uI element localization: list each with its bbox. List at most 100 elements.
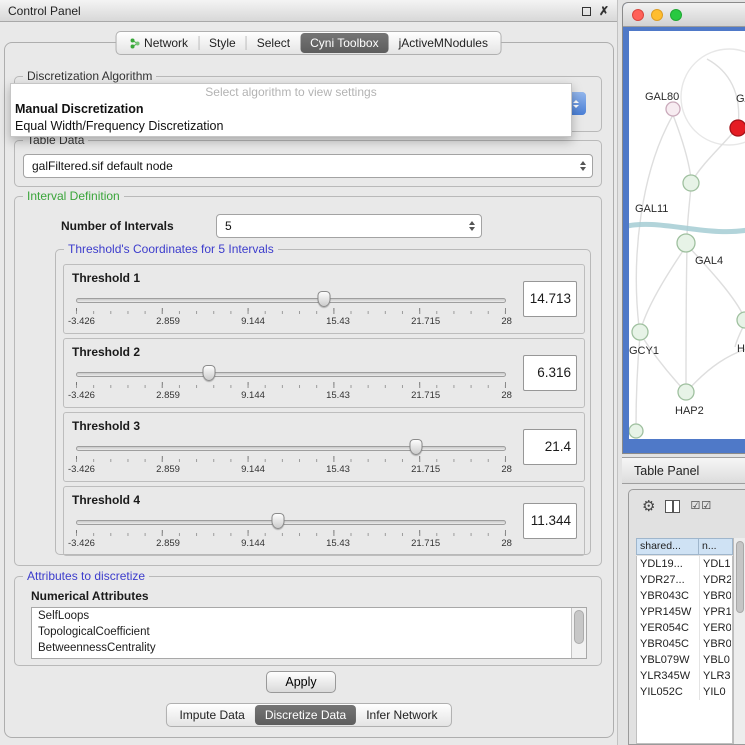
node-gcy1[interactable] xyxy=(632,324,648,340)
threshold-2-thumb[interactable] xyxy=(203,365,216,381)
table-row[interactable]: YLR345WYLR3 xyxy=(637,668,732,684)
list-item-selfloops[interactable]: SelfLoops xyxy=(32,608,586,624)
scrollbar-thumb[interactable] xyxy=(574,610,584,644)
threshold-1-value-field[interactable]: 14.713 xyxy=(523,281,577,317)
table-data-group: Table Data galFiltered.sif default node xyxy=(14,140,602,187)
table-row[interactable]: YBR045CYBR0 xyxy=(637,636,732,652)
node-red-selected[interactable] xyxy=(730,120,745,136)
cell-shared-name: YDL19... xyxy=(637,556,699,572)
threshold-2-slider[interactable]: -3.4262.8599.14415.4321.71528 xyxy=(76,365,506,405)
columns-icon[interactable] xyxy=(665,500,680,513)
tick-label: -3.426 xyxy=(68,464,95,475)
tick-label: 28 xyxy=(501,316,512,327)
node-label-gal80: GAL80 xyxy=(645,91,679,103)
slider-track[interactable] xyxy=(76,372,506,377)
tick-label: 2.859 xyxy=(156,316,180,327)
threshold-3-value-field[interactable]: 21.4 xyxy=(523,429,577,465)
table-scrollbar[interactable] xyxy=(733,538,745,744)
node-gal80[interactable] xyxy=(666,102,680,116)
cell-shared-name: YBR045C xyxy=(637,636,699,652)
table-row[interactable]: YER054CYER0 xyxy=(637,620,732,636)
node-hap2[interactable] xyxy=(678,384,694,400)
option-equal-width-frequency[interactable]: Equal Width/Frequency Discretization xyxy=(11,118,571,135)
cell-name: YBR0 xyxy=(699,636,731,652)
attributes-list-scrollbar[interactable] xyxy=(571,608,586,658)
control-panel-titlebar: Control Panel ✗ xyxy=(0,0,617,22)
tab-network[interactable]: Network xyxy=(119,33,198,53)
network-window-titlebar xyxy=(623,3,745,27)
dropdown-hint: Select algorithm to view settings xyxy=(11,84,571,101)
tick-label: 28 xyxy=(501,464,512,475)
node-bottom-left[interactable] xyxy=(629,424,643,438)
cell-name: YDR2 xyxy=(699,572,731,588)
num-intervals-select[interactable]: 5 xyxy=(216,214,482,238)
table-panel-header: Table Panel xyxy=(622,457,745,484)
float-window-icon[interactable] xyxy=(582,7,591,16)
tab-discretize-data[interactable]: Discretize Data xyxy=(255,705,356,725)
threshold-4-slider[interactable]: -3.4262.8599.14415.4321.71528 xyxy=(76,513,506,553)
node-label-gal11: GAL11 xyxy=(635,203,668,215)
cell-shared-name: YLR345W xyxy=(637,668,699,684)
tab-cyni-toolbox[interactable]: Cyni Toolbox xyxy=(300,33,388,53)
threshold-3-slider[interactable]: -3.4262.8599.14415.4321.71528 xyxy=(76,439,506,479)
combo-arrows-icon xyxy=(580,161,586,171)
cell-name: YBL0 xyxy=(699,652,731,668)
list-item-betweennesscentrality[interactable]: BetweennessCentrality xyxy=(32,640,586,656)
node-label-hap2: HAP2 xyxy=(675,405,704,417)
cell-shared-name: YDR27... xyxy=(637,572,699,588)
threshold-4-thumb[interactable] xyxy=(272,513,285,529)
minimize-traffic-light[interactable] xyxy=(651,9,663,21)
node-label-gcy1: GCY1 xyxy=(629,345,659,357)
cell-shared-name: YBL079W xyxy=(637,652,699,668)
option-manual-discretization[interactable]: Manual Discretization xyxy=(11,101,571,118)
table-data-select[interactable]: galFiltered.sif default node xyxy=(23,154,593,178)
table-row[interactable]: YIL052CYIL0 xyxy=(637,684,732,700)
tab-select-label: Select xyxy=(257,36,290,50)
slider-track[interactable] xyxy=(76,520,506,525)
table-row[interactable]: YPR145WYPR1 xyxy=(637,604,732,620)
slider-track[interactable] xyxy=(76,446,506,451)
list-item-topologicalcoefficient[interactable]: TopologicalCoefficient xyxy=(32,624,586,640)
network-icon xyxy=(129,38,140,49)
node-gal4[interactable] xyxy=(677,234,695,252)
slider-track[interactable] xyxy=(76,298,506,303)
table-row[interactable]: YDR27...YDR2 xyxy=(637,572,732,588)
gear-icon[interactable]: ⚙ xyxy=(642,499,655,514)
column-header-shared-name[interactable]: shared... xyxy=(636,538,699,555)
node-gal11[interactable] xyxy=(683,175,699,191)
checkbox-icons[interactable]: ☑☑ xyxy=(690,501,712,512)
node-label-clipped-right: H xyxy=(737,343,745,355)
tab-style[interactable]: Style xyxy=(199,33,246,53)
control-panel-title: Control Panel xyxy=(8,4,81,18)
tab-jactivemnodules[interactable]: jActiveMNodules xyxy=(389,33,498,53)
cell-name: YER0 xyxy=(699,620,731,636)
tick-label: -3.426 xyxy=(68,390,95,401)
node-right-clipped[interactable] xyxy=(737,312,745,328)
num-intervals-value: 5 xyxy=(225,219,232,233)
tick-label: 9.144 xyxy=(241,538,265,549)
close-icon[interactable]: ✗ xyxy=(599,5,609,17)
threshold-4-value-field[interactable]: 11.344 xyxy=(523,503,577,539)
table-row[interactable]: YBR043CYBR0 xyxy=(637,588,732,604)
combo-arrows-icon xyxy=(469,221,475,231)
column-header-name[interactable]: n... xyxy=(699,538,733,555)
table-row[interactable]: YDL19...YDL1 xyxy=(637,556,732,572)
tab-impute-data[interactable]: Impute Data xyxy=(169,705,254,725)
tab-cyni-toolbox-label: Cyni Toolbox xyxy=(310,36,378,50)
table-row[interactable]: YBL079WYBL0 xyxy=(637,652,732,668)
slider-ticks xyxy=(76,382,506,388)
scrollbar-thumb[interactable] xyxy=(736,541,744,613)
zoom-traffic-light[interactable] xyxy=(670,9,682,21)
attributes-group-title: Attributes to discretize xyxy=(23,569,149,583)
tab-infer-network[interactable]: Infer Network xyxy=(356,705,447,725)
cell-name: YDL1 xyxy=(699,556,731,572)
close-traffic-light[interactable] xyxy=(632,9,644,21)
threshold-1-slider[interactable]: -3.4262.8599.14415.4321.71528 xyxy=(76,291,506,331)
network-canvas[interactable]: GAL80 GA GAL11 GAL4 GCY1 H HAP2 xyxy=(629,31,745,439)
apply-button[interactable]: Apply xyxy=(266,671,336,693)
tab-select[interactable]: Select xyxy=(247,33,300,53)
threshold-2-value-field[interactable]: 6.316 xyxy=(523,355,577,391)
threshold-coordinates-group: Threshold's Coordinates for 5 Intervals … xyxy=(55,249,591,555)
threshold-3-thumb[interactable] xyxy=(409,439,422,455)
threshold-1-thumb[interactable] xyxy=(318,291,331,307)
